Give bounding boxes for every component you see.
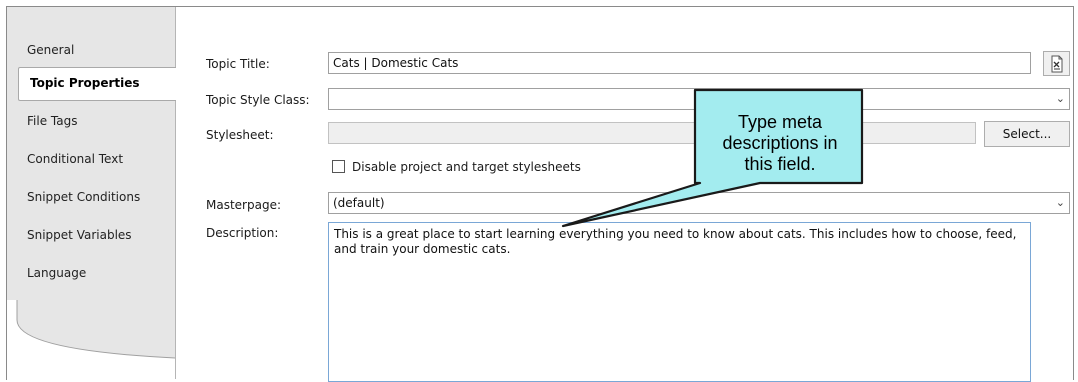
callout-line-1: Type meta [737, 112, 823, 132]
callout-shape [561, 88, 864, 228]
callout-text: Type meta descriptions in this field. [700, 112, 860, 175]
callout-line-3: this field. [744, 154, 816, 174]
callout-line-2: descriptions in [722, 133, 838, 153]
